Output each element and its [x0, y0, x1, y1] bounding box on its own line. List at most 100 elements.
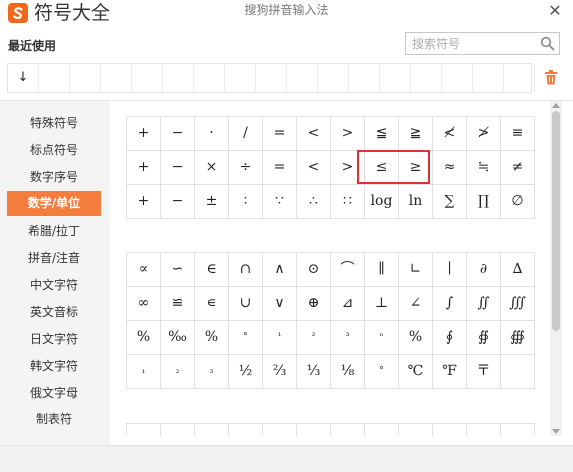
symbol-cell[interactable]: ₂ — [161, 355, 195, 389]
symbol-cell[interactable]: ⅛ — [331, 355, 365, 389]
symbol-cell[interactable]: ∠ — [399, 287, 433, 321]
symbol-cell[interactable] — [161, 424, 195, 436]
symbol-cell[interactable]: ∑ — [433, 185, 467, 219]
symbol-cell[interactable]: ₁ — [127, 355, 161, 389]
symbol-cell[interactable]: ≒ — [467, 151, 501, 185]
symbol-cell[interactable]: ∨ — [263, 287, 297, 321]
recent-symbol-cell[interactable] — [163, 64, 194, 92]
scroll-down-arrow-icon[interactable] — [552, 429, 560, 434]
symbol-cell[interactable]: ≯ — [467, 117, 501, 151]
symbol-cell[interactable]: ∴ — [297, 185, 331, 219]
symbol-cell[interactable]: ≤ — [365, 151, 399, 185]
symbol-cell[interactable]: ² — [297, 321, 331, 355]
symbol-cell[interactable]: ∽ — [161, 253, 195, 287]
symbol-cell[interactable]: ≡ — [501, 117, 535, 151]
sidebar-item-category[interactable]: 俄文字母 — [7, 381, 101, 406]
symbol-cell[interactable]: > — [331, 151, 365, 185]
symbol-cell[interactable]: − — [161, 117, 195, 151]
symbol-cell[interactable]: ∞ — [127, 287, 161, 321]
symbol-cell[interactable]: + — [127, 185, 161, 219]
symbol-cell[interactable]: % — [127, 321, 161, 355]
recent-symbol-cell[interactable] — [380, 64, 411, 92]
scroll-thumb[interactable] — [552, 111, 560, 331]
recent-symbol-cell[interactable] — [504, 64, 535, 92]
symbol-cell[interactable]: ⊥ — [365, 287, 399, 321]
symbol-panel[interactable]: + − · / = < > ≦ ≧ ≮ ≯ ≡ + − × ÷ = < > ≤ ≥ ≈ ≒ ≠ + − ± ∶ ∵ ∴ ∷ log ln ∑ ∏ ∅ … — [110, 101, 550, 436]
sidebar-item-category[interactable]: 标点符号 — [7, 138, 101, 163]
symbol-cell[interactable]: ₃ — [195, 355, 229, 389]
recent-symbol-cell[interactable] — [39, 64, 70, 92]
sidebar-item-category[interactable]: 数字序号 — [7, 165, 101, 190]
recent-symbol-cell[interactable] — [349, 64, 380, 92]
symbol-cell[interactable]: ∩ — [229, 253, 263, 287]
symbol-cell[interactable] — [195, 424, 229, 436]
recent-symbol-cell[interactable] — [473, 64, 504, 92]
symbol-cell[interactable]: ⌒ — [331, 253, 365, 287]
symbol-cell[interactable]: ln — [399, 185, 433, 219]
symbol-cell[interactable]: ≮ — [433, 117, 467, 151]
symbol-cell[interactable]: ³ — [331, 321, 365, 355]
symbol-cell[interactable]: ⊿ — [331, 287, 365, 321]
symbol-cell[interactable]: ∶ — [229, 185, 263, 219]
symbol-cell[interactable]: ⁿ — [365, 321, 399, 355]
symbol-cell[interactable] — [433, 424, 467, 436]
symbol-cell[interactable]: ⊙ — [297, 253, 331, 287]
recent-symbol-cell[interactable]: ↓ — [8, 64, 39, 92]
symbol-cell[interactable]: + — [127, 117, 161, 151]
symbol-cell[interactable] — [263, 424, 297, 436]
symbol-cell[interactable]: ⊕ — [297, 287, 331, 321]
symbol-cell[interactable]: ∣ — [433, 253, 467, 287]
symbol-cell[interactable]: ≈ — [433, 151, 467, 185]
symbol-cell[interactable]: ∮ — [433, 321, 467, 355]
symbol-cell[interactable]: ∷ — [331, 185, 365, 219]
symbol-cell[interactable]: ≌ — [161, 287, 195, 321]
symbol-cell[interactable]: ≧ — [399, 117, 433, 151]
symbol-cell[interactable]: % — [399, 321, 433, 355]
symbol-cell[interactable]: = — [263, 151, 297, 185]
recent-symbol-cell[interactable] — [70, 64, 101, 92]
sidebar-item-category[interactable]: 拼音/注音 — [7, 246, 101, 271]
recent-symbol-cell[interactable] — [442, 64, 473, 92]
symbol-cell[interactable]: ∥ — [365, 253, 399, 287]
symbol-cell[interactable]: < — [297, 151, 331, 185]
search-input[interactable] — [406, 33, 544, 54]
recent-symbol-cell[interactable] — [132, 64, 163, 92]
symbol-cell[interactable] — [501, 355, 535, 389]
symbol-cell[interactable]: ∝ — [127, 253, 161, 287]
symbol-cell[interactable]: > — [331, 117, 365, 151]
symbol-cell[interactable]: 〒 — [467, 355, 501, 389]
symbol-cell[interactable]: + — [127, 151, 161, 185]
symbol-cell[interactable]: ∆ — [501, 253, 535, 287]
symbol-cell[interactable]: ∫ — [433, 287, 467, 321]
symbol-cell[interactable] — [127, 424, 161, 436]
symbol-cell[interactable]: ∈ — [195, 253, 229, 287]
symbol-cell[interactable]: ⅓ — [297, 355, 331, 389]
recent-symbol-cell[interactable] — [287, 64, 318, 92]
symbol-cell[interactable] — [467, 424, 501, 436]
sidebar-item-category[interactable]: 希腊/拉丁 — [7, 219, 101, 244]
sidebar-item-category[interactable]: 数学/单位 — [7, 191, 101, 216]
recent-symbol-cell[interactable] — [411, 64, 442, 92]
symbol-cell[interactable]: ≠ — [501, 151, 535, 185]
trash-icon[interactable] — [544, 70, 558, 85]
symbol-cell[interactable]: ∧ — [263, 253, 297, 287]
symbol-cell[interactable]: ℉ — [433, 355, 467, 389]
symbol-cell[interactable]: ∵ — [263, 185, 297, 219]
sidebar-item-category[interactable]: 韩文字符 — [7, 354, 101, 379]
recent-symbol-cell[interactable] — [194, 64, 225, 92]
recent-symbol-cell[interactable] — [225, 64, 256, 92]
symbol-cell[interactable]: × — [195, 151, 229, 185]
symbol-cell[interactable]: < — [297, 117, 331, 151]
recent-symbol-cell[interactable] — [101, 64, 132, 92]
symbol-cell[interactable]: = — [263, 117, 297, 151]
symbol-cell[interactable]: % — [195, 321, 229, 355]
symbol-cell[interactable] — [501, 424, 535, 436]
sidebar-item-category[interactable]: 制表符 — [7, 407, 101, 432]
symbol-cell[interactable]: ⅔ — [263, 355, 297, 389]
scrollbar[interactable] — [550, 101, 562, 436]
symbol-cell[interactable]: ÷ — [229, 151, 263, 185]
symbol-cell[interactable] — [297, 424, 331, 436]
symbol-cell[interactable]: − — [161, 185, 195, 219]
symbol-cell[interactable]: log — [365, 185, 399, 219]
symbol-cell[interactable]: ∯ — [467, 321, 501, 355]
